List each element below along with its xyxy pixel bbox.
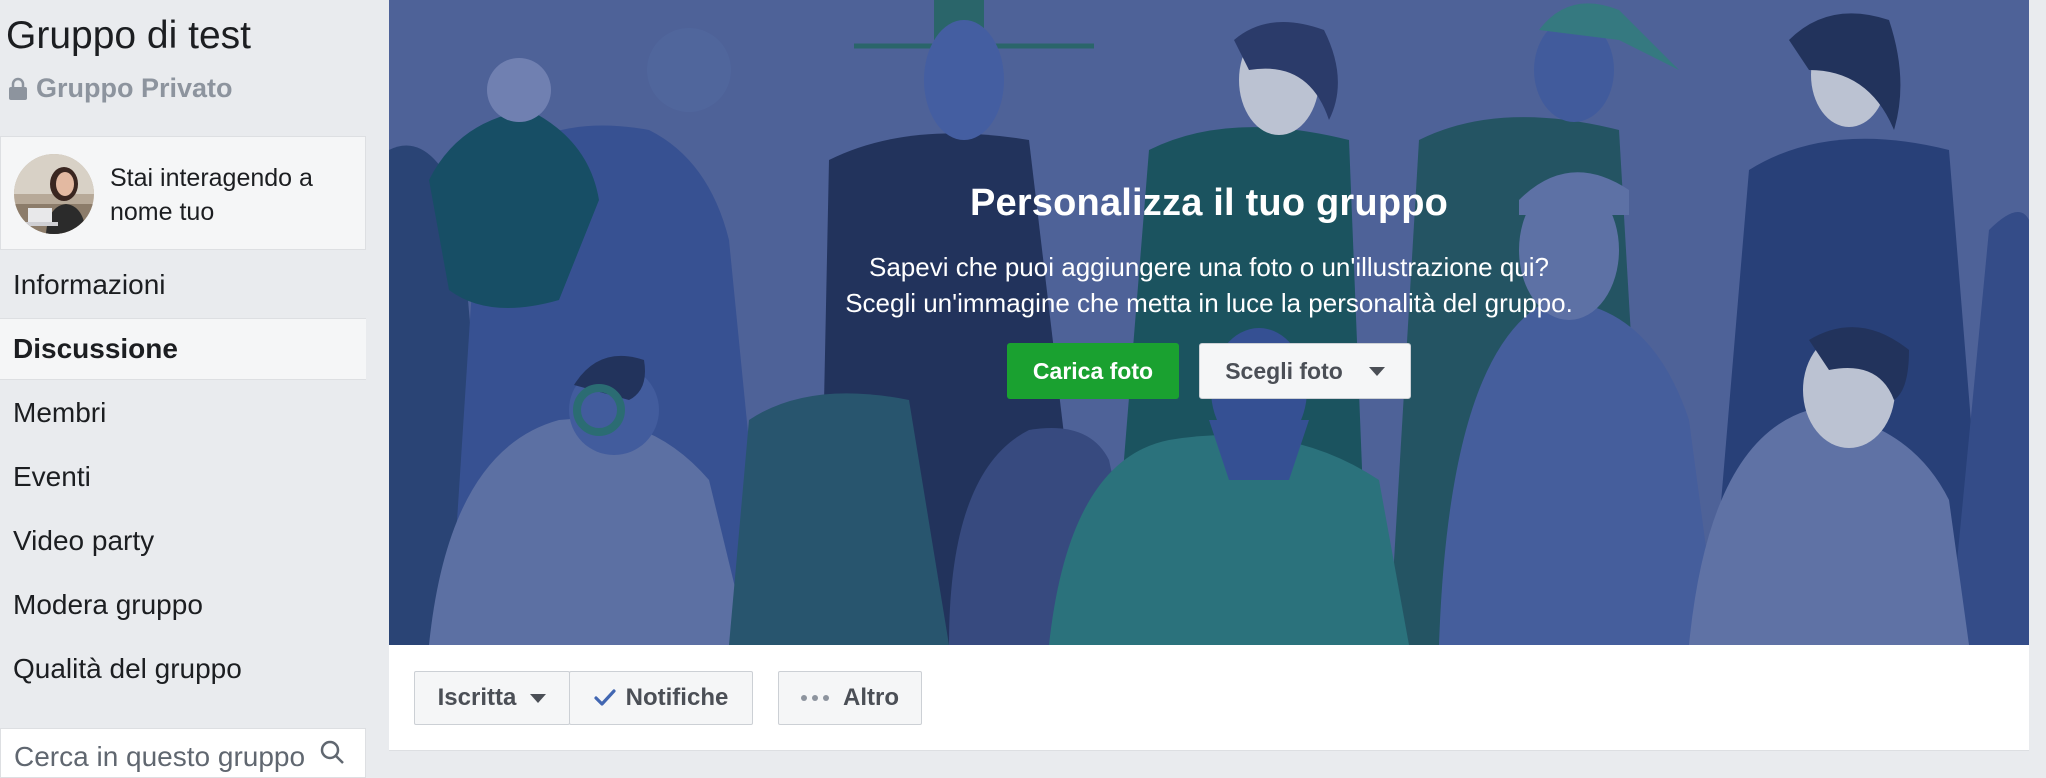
cover-title: Personalizza il tuo gruppo xyxy=(969,182,1449,224)
sidebar-item-qualita-gruppo[interactable]: Qualità del gruppo xyxy=(0,638,368,700)
notifications-label: Notifiche xyxy=(625,684,729,711)
main-content: Personalizza il tuo gruppo Sapevi che pu… xyxy=(389,0,2046,762)
avatar xyxy=(14,154,94,234)
sidebar-item-informazioni[interactable]: Informazioni xyxy=(0,254,368,316)
cover-prompt: Personalizza il tuo gruppo Sapevi che pu… xyxy=(389,182,2029,399)
check-icon xyxy=(594,689,616,706)
more-dots-icon xyxy=(801,695,829,701)
group-action-bar: Iscritta Notifiche Altro xyxy=(389,645,2029,751)
sidebar-item-eventi[interactable]: Eventi xyxy=(0,446,368,508)
sidebar-item-discussione[interactable]: Discussione xyxy=(0,318,366,380)
search-icon[interactable] xyxy=(319,739,345,765)
cover-subtitle: Sapevi che puoi aggiungere una foto o un… xyxy=(389,249,2029,321)
chevron-down-icon xyxy=(530,693,547,703)
sidebar-nav: Informazioni Discussione Membri Eventi V… xyxy=(0,254,368,702)
sidebar-item-modera-gruppo[interactable]: Modera gruppo xyxy=(0,574,368,636)
cover-subtitle-line1: Sapevi che puoi aggiungere una foto o un… xyxy=(868,252,1549,282)
sidebar-item-membri[interactable]: Membri xyxy=(0,382,368,444)
more-controls: Altro xyxy=(778,671,922,725)
joined-button[interactable]: Iscritta xyxy=(414,671,570,725)
group-search xyxy=(0,728,366,778)
more-label: Altro xyxy=(843,684,899,711)
choose-photo-button[interactable]: Scegli foto xyxy=(1199,343,1411,399)
cover-buttons: Carica foto Scegli foto xyxy=(389,343,2029,399)
privacy-label: Gruppo Privato xyxy=(36,73,233,103)
acting-as-card[interactable]: Stai interagendo a nome tuo xyxy=(0,136,366,250)
acting-as-text: Stai interagendo a nome tuo xyxy=(110,164,313,226)
cover-subtitle-line2: Scegli un'immagine che metta in luce la … xyxy=(845,288,1573,318)
group-privacy: Gruppo Privato xyxy=(8,73,233,104)
left-sidebar: Gruppo di test Gruppo Privato Stai inter… xyxy=(0,0,368,778)
cover-photo-area: Personalizza il tuo gruppo Sapevi che pu… xyxy=(389,0,2029,645)
choose-photo-label: Scegli foto xyxy=(1225,357,1343,384)
more-button[interactable]: Altro xyxy=(778,671,922,725)
joined-label: Iscritta xyxy=(437,684,517,711)
membership-controls: Iscritta Notifiche xyxy=(414,671,753,725)
lock-icon xyxy=(9,77,27,100)
upload-photo-button[interactable]: Carica foto xyxy=(1007,343,1179,399)
notifications-button[interactable]: Notifiche xyxy=(569,671,753,725)
group-search-input[interactable] xyxy=(1,740,316,774)
group-title[interactable]: Gruppo di test xyxy=(6,14,251,58)
sidebar-item-video-party[interactable]: Video party xyxy=(0,510,368,572)
chevron-down-icon xyxy=(1368,366,1385,376)
